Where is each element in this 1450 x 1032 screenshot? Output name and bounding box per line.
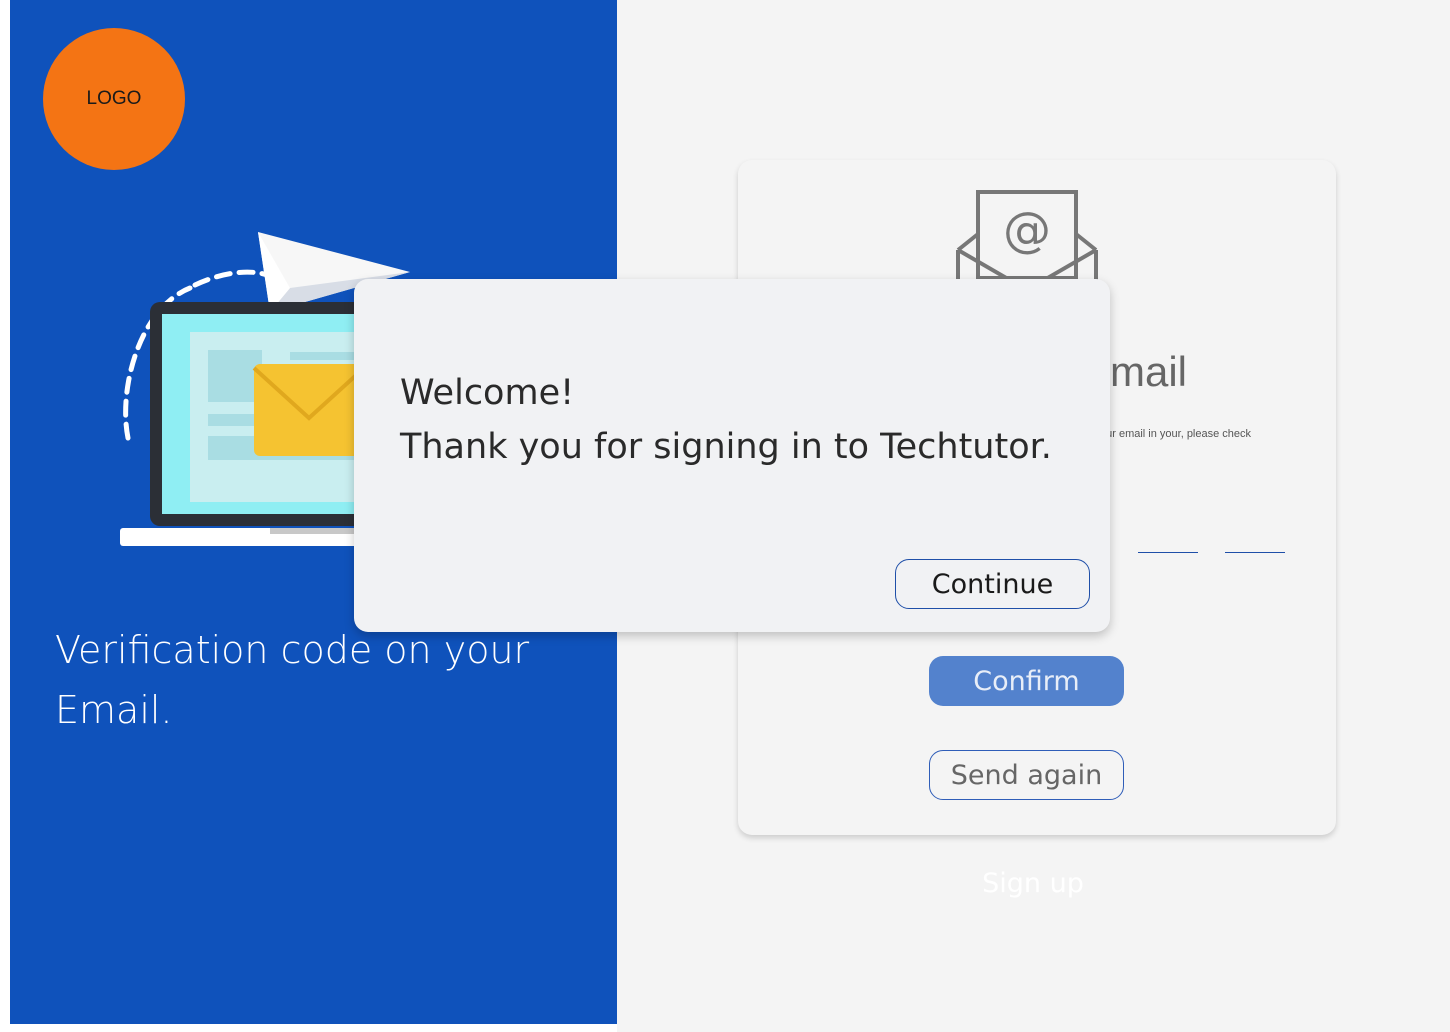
code-digit-field[interactable]	[1138, 552, 1198, 553]
svg-text:@: @	[1003, 202, 1051, 258]
modal-message: Thank you for signing in to Techtutor.	[400, 427, 1052, 467]
logo: LOGO	[43, 28, 185, 170]
sign-up-link[interactable]: Sign up	[978, 868, 1088, 899]
confirm-button[interactable]: Confirm	[929, 656, 1124, 706]
left-headline: Verification code on your Email.	[55, 628, 530, 732]
logo-text: LOGO	[86, 88, 142, 109]
continue-button[interactable]: Continue	[895, 559, 1090, 609]
send-again-button[interactable]: Send again	[929, 750, 1124, 800]
modal-heading: Welcome!	[400, 373, 575, 413]
card-subtitle: our email in your, please check	[1100, 428, 1252, 440]
card-title: mail	[1110, 348, 1188, 395]
welcome-modal: Welcome! Thank you for signing in to Tec…	[354, 279, 1110, 632]
code-digit-field[interactable]	[1225, 552, 1285, 553]
